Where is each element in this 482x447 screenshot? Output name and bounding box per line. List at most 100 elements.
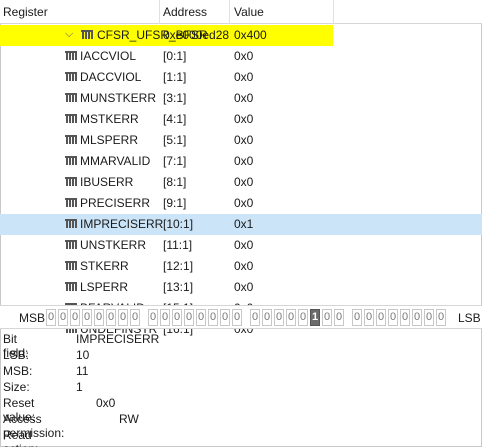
field-value[interactable]: 0x0 bbox=[234, 259, 253, 273]
field-value[interactable]: 0x0 bbox=[234, 175, 253, 189]
register-field-row[interactable]: DACCVIOL [1:1] 0x0 bbox=[0, 67, 482, 88]
bit-cell[interactable]: 0 bbox=[82, 309, 92, 326]
register-table: ⌵ CFSR_UFSR_BFSR 0xe000ed28 0x400 IACCVI… bbox=[0, 25, 482, 340]
field-name: LSPERR bbox=[80, 280, 129, 294]
field-bits: [0:1] bbox=[163, 49, 187, 63]
bit-cell[interactable]: 0 bbox=[388, 309, 398, 326]
detail-lsb: 10 bbox=[76, 348, 90, 362]
bit-cell[interactable]: 0 bbox=[172, 309, 182, 326]
field-value[interactable]: 0x0 bbox=[234, 91, 253, 105]
register-field-row[interactable]: MLSPERR [5:1] 0x0 bbox=[0, 130, 482, 151]
bit-cell[interactable]: 0 bbox=[94, 309, 104, 326]
bit-cell[interactable]: 0 bbox=[196, 309, 206, 326]
bit-cell[interactable]: 0 bbox=[322, 309, 332, 326]
bit-cell[interactable]: 0 bbox=[118, 309, 128, 326]
field-icon bbox=[65, 156, 77, 165]
register-field-row[interactable]: STKERR [12:1] 0x0 bbox=[0, 256, 482, 277]
field-bits: [8:1] bbox=[163, 175, 187, 189]
field-value[interactable]: 0x0 bbox=[234, 49, 253, 63]
register-field-row[interactable]: PRECISERR [9:1] 0x0 bbox=[0, 193, 482, 214]
bit-cell[interactable]: 0 bbox=[46, 309, 56, 326]
field-value[interactable]: 0x0 bbox=[234, 238, 253, 252]
bit-cell[interactable]: 0 bbox=[70, 309, 80, 326]
field-name: MSTKERR bbox=[80, 112, 139, 126]
bit-cell[interactable]: 0 bbox=[286, 309, 296, 326]
column-divider[interactable] bbox=[229, 0, 230, 24]
bit-cell[interactable]: 0 bbox=[376, 309, 386, 326]
field-value[interactable]: 0x0 bbox=[234, 133, 253, 147]
field-icon bbox=[65, 177, 77, 186]
bit-cell[interactable]: 0 bbox=[130, 309, 140, 326]
field-name: PRECISERR bbox=[80, 196, 151, 210]
detail-msb: 11 bbox=[76, 364, 89, 378]
field-icon bbox=[65, 282, 77, 291]
field-name: IMPRECISERR bbox=[80, 217, 164, 231]
field-icon bbox=[65, 72, 77, 81]
field-value[interactable]: 0x0 bbox=[234, 280, 253, 294]
bit-cell[interactable]: 0 bbox=[436, 309, 446, 326]
detail-access: RW bbox=[119, 412, 139, 426]
field-bits: [11:1] bbox=[163, 238, 193, 252]
chevron-down-icon[interactable]: ⌵ bbox=[65, 28, 73, 41]
field-icon bbox=[65, 219, 77, 228]
register-field-row[interactable]: IBUSERR [8:1] 0x0 bbox=[0, 172, 482, 193]
register-field-row[interactable]: IACCVIOL [0:1] 0x0 bbox=[0, 46, 482, 67]
bit-cell[interactable]: 0 bbox=[424, 309, 434, 326]
bit-cell[interactable]: 0 bbox=[208, 309, 218, 326]
bit-cell[interactable]: 0 bbox=[232, 309, 242, 326]
bit-cell[interactable]: 0 bbox=[412, 309, 422, 326]
field-icon bbox=[65, 114, 77, 123]
register-value[interactable]: 0x400 bbox=[234, 28, 267, 42]
field-bits: [12:1] bbox=[163, 259, 194, 273]
bit-cell[interactable]: 0 bbox=[364, 309, 374, 326]
register-field-row[interactable]: IMPRECISERR [10:1] 0x1 bbox=[0, 214, 482, 235]
bit-cell[interactable]: 0 bbox=[160, 309, 170, 326]
lsb-label: LSB bbox=[458, 311, 481, 325]
bit-cell[interactable]: 0 bbox=[352, 309, 362, 326]
register-field-row[interactable]: UNSTKERR [11:1] 0x0 bbox=[0, 235, 482, 256]
detail-label: LSB: bbox=[3, 348, 30, 362]
register-field-row[interactable]: MSTKERR [4:1] 0x0 bbox=[0, 109, 482, 130]
bit-cell[interactable]: 0 bbox=[106, 309, 116, 326]
field-bits: [4:1] bbox=[163, 112, 187, 126]
field-icon bbox=[65, 93, 77, 102]
column-header-address[interactable]: Address bbox=[163, 5, 207, 19]
column-header-register[interactable]: Register bbox=[3, 5, 48, 19]
bit-cell[interactable]: 0 bbox=[274, 309, 284, 326]
field-bits: [5:1] bbox=[163, 133, 187, 147]
bit-cell[interactable]: 0 bbox=[334, 309, 344, 326]
column-header-value[interactable]: Value bbox=[234, 5, 264, 19]
register-address: 0xe000ed28 bbox=[163, 28, 230, 42]
register-field-row[interactable]: MMARVALID [7:1] 0x0 bbox=[0, 151, 482, 172]
register-field-row[interactable]: MUNSTKERR [3:1] 0x0 bbox=[0, 88, 482, 109]
bit-cell[interactable]: 0 bbox=[58, 309, 68, 326]
field-value[interactable]: 0x1 bbox=[234, 217, 253, 231]
field-name: MLSPERR bbox=[80, 133, 139, 147]
bit-cell[interactable]: 0 bbox=[220, 309, 230, 326]
bit-cell[interactable]: 0 bbox=[184, 309, 194, 326]
column-divider[interactable] bbox=[333, 0, 334, 24]
field-value[interactable]: 0x0 bbox=[234, 196, 253, 210]
bit-cell[interactable]: 1 bbox=[310, 309, 320, 326]
field-name: DACCVIOL bbox=[80, 70, 142, 84]
bit-cell[interactable]: 0 bbox=[250, 309, 260, 326]
bit-cell[interactable]: 0 bbox=[400, 309, 410, 326]
field-bits: [3:1] bbox=[163, 91, 187, 105]
column-divider[interactable] bbox=[159, 0, 160, 24]
field-name: UNSTKERR bbox=[80, 238, 147, 252]
field-value[interactable]: 0x0 bbox=[234, 112, 253, 126]
detail-size: 1 bbox=[76, 380, 83, 394]
bit-cell[interactable]: 0 bbox=[262, 309, 272, 326]
register-row-parent[interactable]: ⌵ CFSR_UFSR_BFSR 0xe000ed28 0x400 bbox=[0, 25, 482, 46]
field-icon bbox=[65, 135, 77, 144]
field-bits: [10:1] bbox=[163, 217, 194, 231]
field-name: IBUSERR bbox=[80, 175, 134, 189]
field-bits: [13:1] bbox=[163, 280, 194, 294]
bit-cell[interactable]: 0 bbox=[298, 309, 308, 326]
register-field-row[interactable]: LSPERR [13:1] 0x0 bbox=[0, 277, 482, 298]
bit-cell[interactable]: 0 bbox=[148, 309, 158, 326]
table-header: Register Address Value bbox=[0, 0, 482, 24]
field-value[interactable]: 0x0 bbox=[234, 154, 253, 168]
field-icon bbox=[65, 198, 77, 207]
field-value[interactable]: 0x0 bbox=[234, 70, 253, 84]
